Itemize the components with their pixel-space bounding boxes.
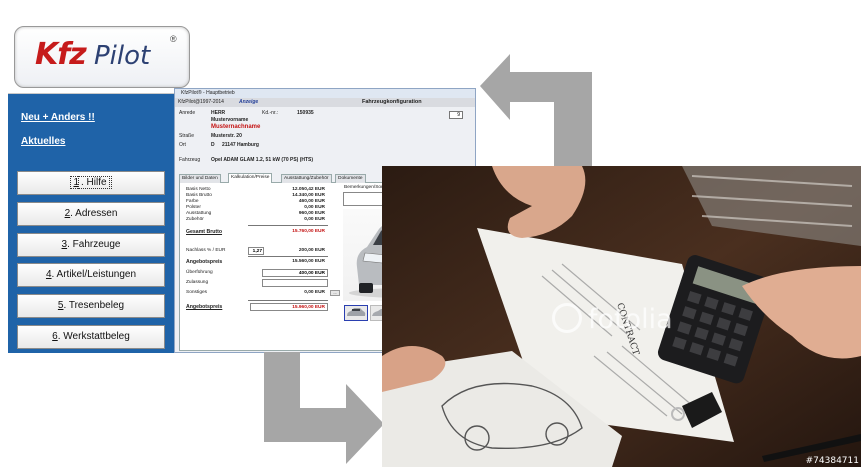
- info-bar: KfzPilot@1997-2014 Anzeige Fahrzeugkonfi…: [175, 98, 475, 107]
- arrow-down-right-icon: [264, 352, 384, 464]
- final-divider: [248, 300, 328, 301]
- menu-text-artikel: . Artikel/Leistungen: [51, 269, 137, 280]
- watermark-text: fotolia: [588, 304, 673, 335]
- zulassung-field[interactable]: [262, 279, 328, 287]
- polster-value: 0,00 EUR: [304, 205, 325, 210]
- thumbnail-1[interactable]: [344, 305, 368, 321]
- counter-field[interactable]: 9: [449, 111, 463, 119]
- logo-kfz-text: Kfz: [35, 37, 87, 72]
- menu-text-hilfe: . Hilfe: [78, 176, 110, 189]
- menu-button-tresenbeleg[interactable]: 5. Tresenbeleg: [17, 294, 165, 318]
- nachlass-label: Nachlass % / EUR: [186, 248, 226, 253]
- farbe-label: Farbe: [186, 199, 199, 204]
- anrede-label: Anrede: [179, 110, 196, 116]
- logo-pilot-text: Pilot: [94, 41, 151, 71]
- tab-kalkulation-preise[interactable]: Kalkulation/Preise: [228, 173, 273, 183]
- sum-divider: [248, 225, 328, 226]
- kdnr-value: 150935: [297, 110, 314, 116]
- farbe-value: 460,00 EUR: [298, 199, 325, 204]
- mode-indicator: Anzeige: [239, 99, 259, 105]
- arrow-up-left-icon: [480, 54, 592, 166]
- menu-text-werkstattbeleg: . Werkstattbeleg: [57, 331, 130, 342]
- basis-netto-value: 12.050,42 EUR: [292, 187, 325, 192]
- section-title: Fahrzeugkonfiguration: [362, 99, 422, 105]
- ausstattung-label: Ausstattung: [186, 211, 212, 216]
- nachlass-value: 200,00 EUR: [298, 248, 325, 253]
- window-title: KfzPilot® - Hauptbetrieb: [175, 89, 475, 98]
- tab-dokumente[interactable]: Dokumente: [335, 174, 366, 183]
- nachname-value: Musternachname: [211, 124, 261, 130]
- basis-brutto-value: 14.340,00 EUR: [292, 193, 325, 198]
- kdnr-label: Kd.-nr.:: [262, 110, 279, 116]
- tab-ausstattung-zubehoer[interactable]: Ausstattung/Zubehör: [281, 174, 332, 183]
- copyright-text: KfzPilot@1997-2014: [178, 99, 224, 105]
- basis-netto-label: Basis Netto: [186, 187, 211, 192]
- ort-label: Ort: [179, 142, 186, 148]
- vorname-value: Mustervorname: [211, 117, 249, 123]
- counter-value: 9: [457, 112, 460, 118]
- angebot-divider: [248, 256, 328, 257]
- zubehoer-label: Zubehör: [186, 217, 204, 222]
- fahrzeug-value: Opel ADAM GLAM 1.2, 51 kW (70 PS) (HTS): [211, 157, 314, 163]
- menu-button-hilfe[interactable]: 1. Hilfe: [17, 171, 165, 195]
- ausstattung-value: 960,00 EUR: [298, 211, 325, 216]
- angebotspreis-value: 15.560,00 EUR: [292, 259, 325, 264]
- polster-label: Polster: [186, 205, 201, 210]
- basis-brutto-label: Basis Brutto: [186, 193, 212, 198]
- logo-registered-mark: ®: [170, 34, 177, 44]
- fotolia-circle-icon: [552, 302, 582, 333]
- fahrzeug-label: Fahrzeug: [179, 157, 201, 163]
- angebotspreis-label: Angebotspreis: [186, 259, 223, 265]
- menu-button-adressen[interactable]: 2. Adressen: [17, 202, 165, 226]
- anrede-value: HERR: [211, 110, 226, 116]
- strasse-value: Musterstr. 20: [211, 133, 242, 139]
- header-logo-area: Kfz Pilot ®: [8, 14, 476, 94]
- menu-label-hilfe: 1. Hilfe: [70, 176, 112, 189]
- zulassung-label: Zulassung: [186, 280, 209, 285]
- menu-button-werkstattbeleg[interactable]: 6. Werkstattbeleg: [17, 325, 165, 349]
- land-value: D: [211, 142, 215, 148]
- menu-button-fahrzeuge[interactable]: 3. Fahrzeuge: [17, 233, 165, 257]
- fotolia-watermark: fotolia: [552, 302, 673, 336]
- plz-ort-value: 21147 Hamburg: [222, 142, 259, 148]
- link-neu-anders[interactable]: Neu + Anders !!: [21, 112, 95, 123]
- tab-bilder-und-daten[interactable]: Bilder und Daten: [179, 174, 221, 183]
- sidebar: Neu + Anders !! Aktuelles 1. Hilfe 2. Ad…: [8, 94, 174, 353]
- link-aktuelles[interactable]: Aktuelles: [21, 136, 65, 147]
- angebotspreis-final-label: Angebotspreis: [186, 304, 223, 310]
- sonstiges-label: Sonstiges: [186, 290, 208, 295]
- menu-button-artikel[interactable]: 4. Artikel/Leistungen: [17, 263, 165, 287]
- strasse-label: Straße: [179, 133, 195, 139]
- gesamt-brutto-label: Gesamt Brutto: [186, 229, 223, 235]
- zubehoer-value: 0,00 EUR: [304, 217, 325, 222]
- menu-text-adressen: . Adressen: [70, 208, 118, 219]
- gesamt-brutto-value: 15.760,00 EUR: [292, 229, 325, 234]
- sonstiges-value: 0,00 EUR: [304, 290, 325, 295]
- stock-photo-contract-calculator: CONTRACT fotolia #74384711: [382, 166, 861, 467]
- stock-photo-id: #74384711: [805, 456, 859, 466]
- sonstiges-more-button[interactable]: ...: [330, 290, 340, 296]
- kfzpilot-logo: Kfz Pilot ®: [14, 26, 190, 88]
- ueberfuehrung-field[interactable]: 400,00 EUR: [262, 269, 328, 277]
- angebotspreis-final-field[interactable]: 15.960,00 EUR: [250, 303, 328, 311]
- menu-text-fahrzeuge: . Fahrzeuge: [67, 239, 121, 250]
- ueberfuehrung-label: Überführung: [186, 270, 213, 275]
- menu-text-tresenbeleg: . Tresenbeleg: [63, 300, 125, 311]
